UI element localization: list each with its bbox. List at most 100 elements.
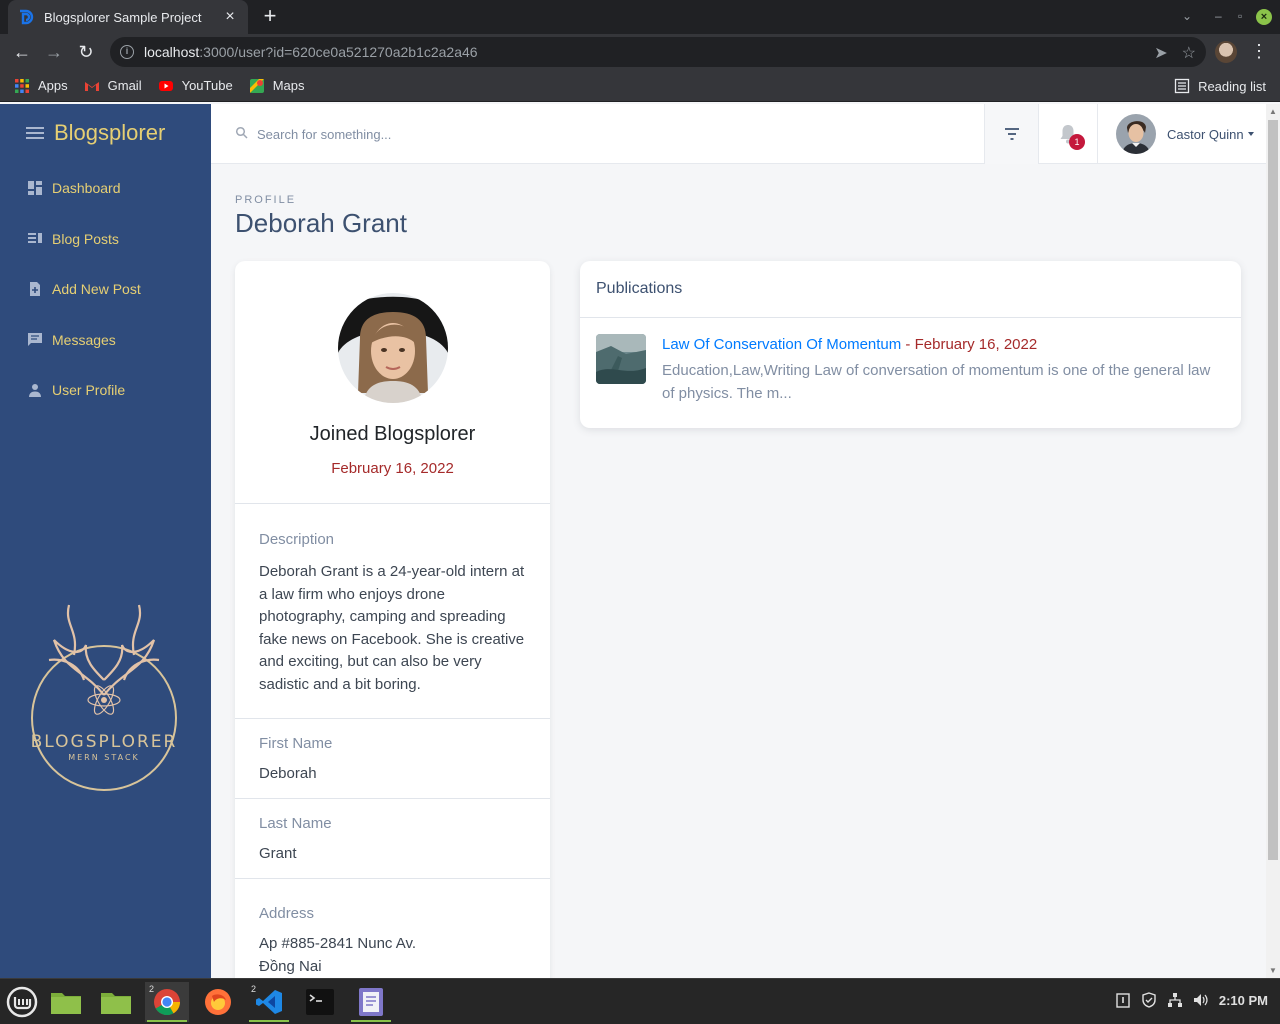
browser-profile-avatar[interactable]	[1215, 41, 1237, 63]
first-name-value: Deborah	[259, 765, 317, 782]
minimize-icon[interactable]: –	[1215, 9, 1222, 23]
clock[interactable]: 2:10 PM	[1219, 993, 1268, 1008]
address-line-1: Ap #885-2841 Nunc Av.	[259, 935, 417, 952]
sidebar-item-dashboard[interactable]: Dashboard	[0, 163, 211, 214]
bookmark-gmail[interactable]: Gmail	[84, 78, 142, 94]
profile-avatar	[338, 293, 448, 403]
new-tab-button[interactable]: +	[258, 5, 282, 29]
page-subtitle: PROFILE	[235, 194, 297, 206]
bookmark-label: YouTube	[181, 78, 233, 93]
terminal-launcher[interactable]	[298, 982, 342, 1022]
text-editor-taskbar-button[interactable]	[349, 982, 393, 1022]
last-name-value: Grant	[259, 845, 297, 862]
bookmark-label: Apps	[38, 78, 68, 93]
page-scrollbar[interactable]: ▲ ▼	[1266, 104, 1280, 978]
sidebar-item-label: Add New Post	[52, 281, 141, 298]
bookmark-youtube[interactable]: YouTube	[158, 78, 233, 94]
sidebar-item-label: User Profile	[52, 382, 126, 399]
files-launcher-2[interactable]	[94, 982, 138, 1022]
files-launcher[interactable]	[44, 982, 88, 1022]
bookmark-label: Gmail	[107, 78, 142, 93]
dashboard-icon	[28, 181, 42, 196]
search-input[interactable]	[257, 122, 957, 146]
vscode-taskbar-button[interactable]: 2	[247, 982, 291, 1022]
publications-card: Publications Law Of Conservation Of Mome…	[580, 261, 1241, 428]
notifications-button[interactable]: 1	[1038, 104, 1098, 164]
send-tab-icon[interactable]: ➤	[1154, 43, 1167, 63]
sidebar-item-blog-posts[interactable]: Blog Posts	[0, 214, 211, 265]
last-name-label: Last Name	[259, 815, 332, 832]
publication-date: February 16, 2022	[914, 336, 1038, 353]
user-avatar-image	[1116, 114, 1156, 154]
description-text: Deborah Grant is a 24-year-old intern at…	[259, 563, 525, 693]
tab-title: Blogsplorer Sample Project	[44, 9, 202, 25]
os-taskbar: 2 2 2:10 PM	[0, 978, 1280, 1024]
sidebar-item-label: Blog Posts	[52, 230, 119, 247]
apps-grid-icon	[15, 78, 29, 93]
page-title: Deborah Grant	[235, 208, 407, 238]
sidebar-item-messages[interactable]: Messages	[0, 315, 211, 366]
publication-separator: -	[901, 336, 915, 353]
publication-thumbnail[interactable]	[596, 334, 646, 384]
browser-menu-icon[interactable]: ⋮	[1250, 42, 1268, 60]
firefox-launcher[interactable]	[196, 982, 240, 1022]
publication-title-link[interactable]: Law Of Conservation Of Momentum	[662, 336, 901, 353]
blogsplorer-favicon-icon	[20, 9, 34, 25]
browser-tab[interactable]: Blogsplorer Sample Project ×	[8, 0, 248, 34]
tab-close-icon[interactable]: ×	[222, 8, 238, 26]
window-close-icon[interactable]: ×	[1256, 9, 1272, 25]
maps-icon	[249, 78, 264, 93]
chrome-taskbar-button[interactable]: 2	[145, 982, 189, 1022]
sidebar-item-user-profile[interactable]: User Profile	[0, 365, 211, 416]
terminal-icon	[306, 989, 334, 1015]
sidebar-item-label: Messages	[52, 331, 116, 348]
user-menu[interactable]: Castor Quinn	[1116, 114, 1254, 154]
browser-toolbar: ← → ↻ i localhost:3000/user?id=620ce0a52…	[0, 34, 1280, 70]
scroll-up-icon[interactable]: ▲	[1269, 107, 1277, 116]
browser-tab-strip: Blogsplorer Sample Project × + ⌄ – ▫ ×	[0, 0, 1280, 34]
scroll-thumb[interactable]	[1268, 120, 1278, 860]
bookmark-star-icon[interactable]: ☆	[1182, 43, 1196, 63]
sidebar-item-label: Dashboard	[52, 180, 121, 197]
scroll-down-icon[interactable]: ▼	[1269, 966, 1277, 975]
site-info-icon[interactable]: i	[120, 45, 134, 59]
sidebar-item-add-new-post[interactable]: Add New Post	[0, 264, 211, 315]
hamburger-icon[interactable]	[26, 124, 44, 142]
back-icon[interactable]: ←	[6, 36, 38, 68]
blogsplorer-logo: BLOGSPLORER MERN STACK	[31, 604, 178, 791]
bookmark-apps[interactable]: Apps	[14, 78, 68, 94]
brand-name[interactable]: Blogsplorer	[54, 120, 165, 146]
app-header: 1 Castor Quinn	[211, 104, 1266, 164]
reading-list-button[interactable]: Reading list	[1174, 78, 1266, 94]
address-line-2: Đồng Nai	[259, 957, 322, 975]
maximize-icon[interactable]: ▫	[1238, 9, 1242, 23]
clipboard-icon[interactable]	[1115, 992, 1131, 1008]
tab-search-chevron-icon[interactable]: ⌄	[1182, 9, 1192, 23]
shield-icon[interactable]	[1141, 992, 1157, 1008]
bookmark-maps[interactable]: Maps	[249, 78, 305, 94]
messages-icon	[28, 332, 42, 346]
firefox-icon	[205, 989, 231, 1015]
logo-text: BLOGSPLORER	[31, 732, 178, 752]
network-icon[interactable]	[1167, 992, 1183, 1008]
folder-icon	[51, 993, 81, 1014]
mint-menu-button[interactable]	[0, 982, 44, 1022]
filter-icon	[1004, 128, 1019, 140]
bookmarks-bar: Apps Gmail YouTube Maps Reading list	[0, 70, 1280, 102]
publication-thumbnail-image	[596, 334, 646, 384]
notification-badge: 1	[1069, 134, 1085, 150]
address-label: Address	[259, 905, 315, 922]
profile-photo	[338, 293, 448, 403]
reload-icon[interactable]: ↻	[70, 36, 102, 68]
url-path: :3000/user?id=620ce0a521270a2b1c2a2a46	[199, 44, 478, 60]
folder-icon	[101, 993, 131, 1014]
joined-label: Joined Blogsplorer	[309, 423, 476, 445]
address-bar[interactable]: i localhost:3000/user?id=620ce0a521270a2…	[110, 37, 1206, 67]
forward-icon[interactable]: →	[38, 36, 70, 68]
reading-list-icon	[1174, 78, 1190, 94]
volume-icon[interactable]	[1193, 992, 1209, 1008]
caret-down-icon	[1247, 132, 1254, 136]
mint-logo-icon	[6, 986, 38, 1018]
bookmark-label: Maps	[272, 78, 305, 93]
filter-button[interactable]	[984, 104, 1038, 164]
